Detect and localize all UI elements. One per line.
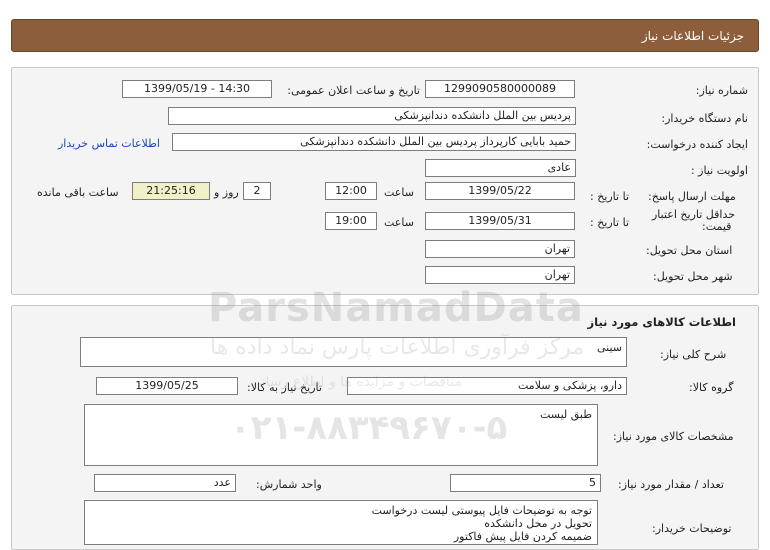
province-label: استان محل تحویل: [646,244,733,257]
goods-group-label: گروه کالا: [689,381,734,394]
announce-datetime-field: 1399/05/19 - 14:30 [122,80,272,98]
page-header: جزئیات اطلاعات نیاز [11,19,759,52]
requester-label: ایجاد کننده درخواست: [646,138,748,151]
deadline-time-field: 12:00 [325,182,377,200]
unit-label: واحد شمارش: [256,478,322,491]
deadline-to-date-label: تا تاریخ : [590,190,629,203]
priority-field: عادی [425,159,576,177]
remaining-days-field: 2 [243,182,271,200]
province-field: تهران [425,240,575,258]
deadline-date-field: 1399/05/22 [425,182,575,200]
unit-field: عدد [94,474,236,492]
quantity-field: 5 [450,474,601,492]
validity-label-line2: قیمت: [702,220,732,233]
need-number-label: شماره نیاز: [695,84,748,97]
deadline-label: مهلت ارسال پاسخ: [648,190,736,203]
validity-date-field: 1399/05/31 [425,212,575,230]
summary-label: شرح کلی نیاز: [660,348,727,361]
need-number-field: 1299090580000089 [425,80,575,98]
priority-label: اولویت نیاز : [690,164,748,177]
need-info-panel [11,67,759,295]
buyer-notes-field: توجه به توضیحات فایل پیوستی لیست درخواست… [84,500,598,545]
remaining-label: ساعت باقی مانده [37,186,119,199]
specs-label: مشخصات کالای مورد نیاز: [613,430,734,443]
page-title: جزئیات اطلاعات نیاز [641,29,744,43]
watermark-brand: ParsNamadData [208,285,584,331]
requester-field: حمید بابایی کارپرداز پردیس بین الملل دان… [172,133,576,151]
buyer-note-line: تحویل در محل دانشکده [484,517,592,530]
goods-section-title: اطلاعات کالاهای مورد نیاز [587,315,736,329]
city-field: تهران [425,266,575,284]
need-date-field: 1399/05/25 [96,377,238,395]
deadline-time-label: ساعت [384,186,414,199]
buyer-note-line: ضمیمه کردن فایل پیش فاکتور [453,530,592,543]
remaining-time-field: 21:25:16 [132,182,210,200]
days-label: روز و [214,186,239,199]
city-label: شهر محل تحویل: [653,270,733,283]
watermark-line2: مرکز فرآوری اطلاعات پارس نماد داده ها [210,335,585,360]
buyer-notes-label: توضیحات خریدار: [652,522,732,535]
buyer-note-line: توجه به توضیحات فایل پیوستی لیست درخواست [371,504,592,517]
validity-to-date-label: تا تاریخ : [590,216,629,229]
announce-label: تاریخ و ساعت اعلان عمومی: [287,84,420,97]
quantity-label: تعداد / مقدار مورد نیاز: [618,478,724,491]
buyer-field: پردیس بین الملل دانشکده دندانپزشکی [168,107,576,125]
validity-time-label: ساعت [384,216,414,229]
watermark-phone: ۰۲۱-۸۸۳۴۹۶۷۰-۵ [230,408,508,448]
buyer-contact-link[interactable]: اطلاعات تماس خریدار [58,137,160,150]
buyer-label: نام دستگاه خریدار: [661,112,748,125]
watermark-line4: مناقصات و مزایده ها و اطلاع رسانی [250,374,462,390]
validity-time-field: 19:00 [325,212,377,230]
